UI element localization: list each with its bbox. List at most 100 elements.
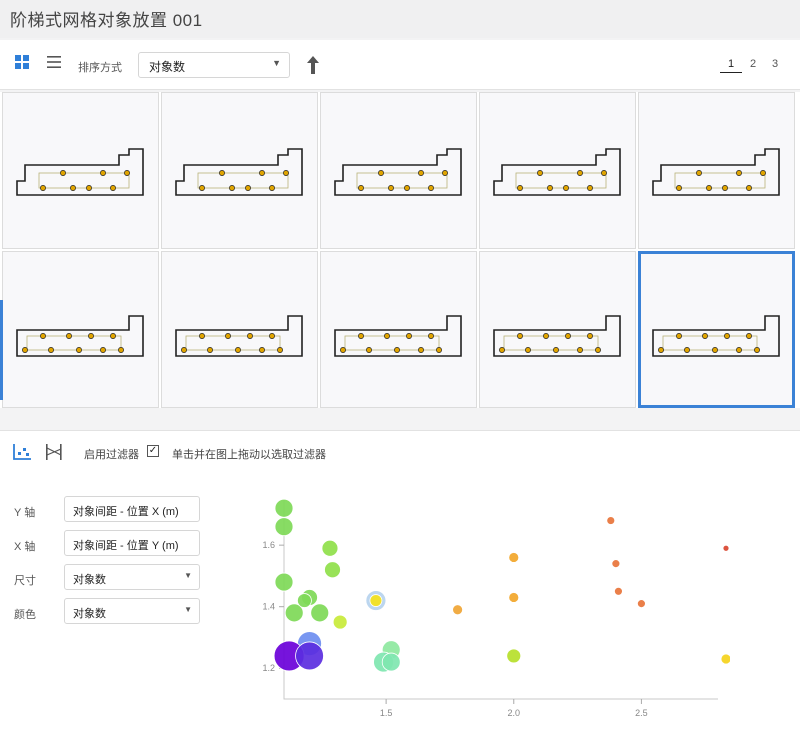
design-thumbnail[interactable] [2,251,159,408]
object-marker [86,185,92,191]
object-marker [384,333,390,339]
object-marker [595,347,601,353]
object-marker [436,347,442,353]
scatter-point[interactable] [720,653,730,665]
object-marker [706,185,712,191]
scatter-point[interactable] [297,593,312,608]
object-marker [229,185,235,191]
object-marker [517,185,523,191]
design-thumbnail[interactable] [161,92,318,249]
size-select[interactable]: 对象数 ▼ [64,564,200,590]
scatter-point[interactable] [606,516,616,525]
object-marker [66,333,72,339]
object-marker [358,333,364,339]
object-marker [366,347,372,353]
object-marker [110,333,116,339]
scatter-point[interactable] [310,603,330,623]
stepped-floorplan-outline [334,315,462,357]
y-axis-select[interactable]: 对象间距 - 位置 X (m) [64,496,200,522]
page-2-link[interactable]: 2 [742,58,764,70]
scatter-point[interactable] [452,604,464,616]
enable-filter-label: 启用过滤器 [84,449,139,461]
scatter-point[interactable] [506,648,522,664]
arrow-up-icon[interactable] [304,54,322,76]
object-marker [283,170,289,176]
y-tick-label: 1.4 [262,602,275,612]
design-thumbnail[interactable] [479,92,636,249]
x-tick-label: 1.5 [380,708,393,718]
y-axis-label: Y 轴 [14,507,36,519]
page-1-link[interactable]: 1 [720,58,742,73]
design-thumbnail[interactable] [479,251,636,408]
sort-label: 排序方式 [78,62,122,74]
scatter-point[interactable] [324,561,341,579]
x-tick-label: 2.5 [635,708,648,718]
object-marker [712,347,718,353]
panel-resize-handle[interactable] [0,300,3,400]
scatter-point[interactable] [321,539,339,557]
scatter-point[interactable] [274,572,294,592]
object-marker [219,170,225,176]
scatter-point[interactable] [381,652,401,672]
sort-dropdown[interactable]: 对象数 ▼ [138,52,290,78]
scatter-point[interactable] [637,599,646,609]
scatter-plot-icon[interactable] [12,443,34,463]
design-thumbnail[interactable] [320,251,477,408]
scatter-point[interactable] [295,641,324,671]
scatter-point[interactable] [369,594,383,607]
object-marker [517,333,523,339]
page-3-link[interactable]: 3 [764,58,786,70]
x-axis-select[interactable]: 对象间距 - 位置 Y (m) [64,530,200,556]
scatter-point[interactable] [274,498,294,518]
object-marker [118,347,124,353]
object-marker [378,170,384,176]
object-marker [110,185,116,191]
design-thumbnail[interactable] [2,92,159,249]
stepped-floorplan-outline [652,148,780,196]
color-select[interactable]: 对象数 ▼ [64,598,200,624]
object-marker [577,170,583,176]
object-marker [525,347,531,353]
chevron-down-icon: ▼ [184,571,192,580]
object-marker [601,170,607,176]
scatter-point[interactable] [722,544,730,552]
object-marker [70,185,76,191]
design-thumbnail[interactable] [638,92,795,249]
scatter-point[interactable] [274,517,294,537]
object-marker [406,333,412,339]
object-marker [746,333,752,339]
scatter-point[interactable] [508,552,520,563]
results-toolbar: 排序方式 对象数 ▼ 123 [0,40,800,90]
object-marker [404,185,410,191]
y-tick-label: 1.2 [262,663,275,673]
design-thumbnail[interactable] [638,251,795,408]
scatter-plot[interactable]: 1.2 1.4 1.6 1.5 2.0 2.5 [250,481,730,741]
object-marker [40,185,46,191]
scatter-point[interactable] [508,592,520,603]
object-marker [418,347,424,353]
stepped-floorplan-outline [16,148,144,196]
object-marker [658,347,664,353]
object-marker [428,333,434,339]
object-marker [696,170,702,176]
object-marker [394,347,400,353]
list-view-icon[interactable] [46,54,66,74]
grid-view-icon[interactable] [14,54,34,74]
filter-hint-text: 单击并在图上拖动以选取过滤器 [172,449,326,461]
object-marker [76,347,82,353]
enable-filter-checkbox[interactable]: ✓ [147,445,159,457]
stepped-floorplan-outline [652,315,780,357]
design-thumbnail[interactable] [161,251,318,408]
stepped-floorplan-outline [493,148,621,196]
scatter-point[interactable] [611,559,621,569]
object-marker [269,185,275,191]
object-marker [207,347,213,353]
parallel-coordinates-icon[interactable] [44,443,66,463]
scatter-point[interactable] [332,614,348,630]
stepped-floorplan-outline [16,315,144,357]
scatter-point[interactable] [614,586,623,596]
analysis-panel: 启用过滤器 ✓ 单击并在图上拖动以选取过滤器 Y 轴 对象间距 - 位置 X (… [0,430,800,748]
chevron-down-icon: ▼ [272,58,281,68]
object-marker [235,347,241,353]
design-thumbnail[interactable] [320,92,477,249]
